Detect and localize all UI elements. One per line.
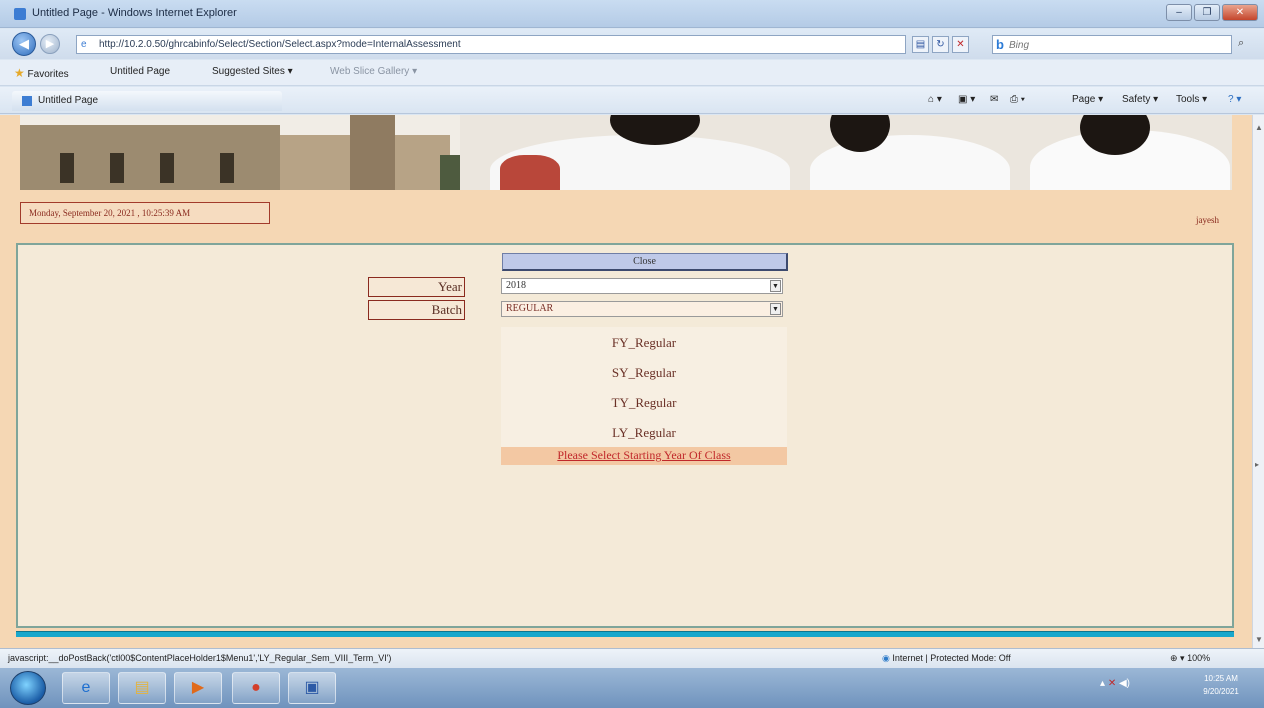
- show-hidden-icons-icon[interactable]: ▴: [1100, 678, 1105, 689]
- select-year-hint-link[interactable]: Please Select Starting Year Of Class: [501, 447, 787, 465]
- minimize-button[interactable]: –: [1166, 4, 1192, 21]
- zoom-control[interactable]: ⊕ ▾ 100%: [1170, 653, 1210, 664]
- star-icon: ★: [14, 66, 25, 80]
- command-bar: Untitled Page ⌂ ▾ ▣ ▾ ✉ ⎙ ▾ Page ▾ Safet…: [0, 87, 1264, 114]
- ie-icon: [14, 8, 26, 20]
- forward-button[interactable]: ▶: [40, 34, 60, 54]
- chevron-down-icon[interactable]: ▼: [770, 303, 781, 315]
- address-url: http://10.2.0.50/ghrcabinfo/Select/Secti…: [99, 39, 461, 50]
- search-box[interactable]: b: [992, 35, 1232, 54]
- app-taskbar-icon[interactable]: ▣: [288, 672, 336, 704]
- page-menu[interactable]: Page ▾: [1072, 94, 1103, 105]
- media-player-taskbar-icon[interactable]: ▶: [174, 672, 222, 704]
- address-bar[interactable]: e http://10.2.0.50/ghrcabinfo/Select/Sec…: [76, 35, 906, 54]
- favorite-link-untitled-page[interactable]: Untitled Page: [110, 66, 170, 77]
- search-input[interactable]: [1009, 38, 1209, 52]
- menu-item-ly-regular[interactable]: LY_Regular: [501, 425, 787, 441]
- system-tray[interactable]: ▴ ✕ ◀): [1100, 678, 1130, 689]
- close-button[interactable]: Close: [502, 253, 788, 271]
- back-button[interactable]: ◀: [12, 32, 36, 56]
- print-icon[interactable]: ⎙ ▾: [1010, 94, 1025, 105]
- refresh-icon[interactable]: ↻: [932, 36, 949, 53]
- address-row: ◀ ▶ e http://10.2.0.50/ghrcabinfo/Select…: [0, 29, 1264, 59]
- start-button[interactable]: [10, 671, 46, 705]
- clock-time: 10:25 AM: [1204, 674, 1238, 683]
- favorite-link-web-slice-gallery[interactable]: Web Slice Gallery ▾: [330, 66, 417, 77]
- safety-menu[interactable]: Safety ▾: [1122, 94, 1158, 105]
- help-icon[interactable]: ? ▾: [1228, 94, 1241, 105]
- date-time-display: Monday, September 20, 2021 , 10:25:39 AM: [20, 202, 270, 224]
- status-link-text: javascript:__doPostBack('ctl00$ContentPl…: [8, 653, 392, 663]
- browser-tab[interactable]: Untitled Page: [12, 91, 282, 111]
- scroll-thumb-icon[interactable]: ▸: [1255, 460, 1259, 469]
- menu-item-fy-regular[interactable]: FY_Regular: [501, 335, 787, 351]
- batch-select-value: REGULAR: [506, 303, 554, 314]
- chrome-taskbar-icon[interactable]: ●: [232, 672, 280, 704]
- class-menu: FY_Regular SY_Regular TY_Regular LY_Regu…: [501, 327, 787, 447]
- favorites-bar: ★ Favorites Untitled Page Suggested Site…: [0, 60, 1264, 86]
- search-icon[interactable]: ⌕: [1238, 37, 1244, 50]
- mail-icon[interactable]: ✉: [990, 94, 998, 105]
- zoom-level: 100%: [1187, 653, 1211, 663]
- selection-panel: Close Year 2018 ▼ Batch REGULAR ▼ FY_Reg…: [16, 243, 1234, 628]
- favorite-link-suggested-sites[interactable]: Suggested Sites ▾: [212, 66, 293, 77]
- bing-icon: b: [996, 37, 1004, 52]
- zone-text: Internet | Protected Mode: Off: [892, 653, 1011, 663]
- file-explorer-taskbar-icon[interactable]: ▤: [118, 672, 166, 704]
- network-icon[interactable]: ✕: [1108, 678, 1116, 689]
- year-select[interactable]: 2018 ▼: [501, 278, 783, 294]
- stop-icon[interactable]: ✕: [952, 36, 969, 53]
- logged-in-user: jayesh: [1196, 215, 1219, 225]
- security-zone: ◉ Internet | Protected Mode: Off: [882, 653, 1011, 664]
- windows-taskbar: e ▤ ▶ ● ▣ ▴ ✕ ◀) 10:25 AM 9/20/2021: [0, 668, 1264, 708]
- taskbar-clock[interactable]: 10:25 AM 9/20/2021: [1186, 672, 1256, 698]
- chevron-down-icon[interactable]: ▼: [770, 280, 781, 292]
- window-titlebar: Untitled Page - Windows Internet Explore…: [0, 0, 1264, 28]
- campus-building-image: [20, 125, 280, 190]
- tab-page-icon: [22, 96, 32, 106]
- tab-title: Untitled Page: [38, 95, 99, 106]
- volume-icon[interactable]: ◀): [1119, 678, 1130, 689]
- clock-date: 9/20/2021: [1203, 687, 1239, 696]
- footer-stripe: [16, 631, 1234, 637]
- maximize-button[interactable]: ❐: [1194, 4, 1220, 21]
- vertical-scrollbar[interactable]: ▲ ▸ ▼: [1252, 115, 1264, 648]
- home-icon[interactable]: ⌂ ▾: [928, 94, 942, 105]
- clock-tower-image: [350, 115, 395, 190]
- favorites-label: Favorites: [27, 69, 69, 80]
- window-controls: – ❐ ✕: [1166, 4, 1258, 21]
- internet-explorer-taskbar-icon[interactable]: e: [62, 672, 110, 704]
- globe-icon: ◉: [882, 653, 890, 663]
- tools-menu[interactable]: Tools ▾: [1176, 94, 1207, 105]
- header-banner: [20, 115, 1232, 190]
- close-window-button[interactable]: ✕: [1222, 4, 1258, 21]
- status-bar: javascript:__doPostBack('ctl00$ContentPl…: [0, 648, 1264, 668]
- menu-item-sy-regular[interactable]: SY_Regular: [501, 365, 787, 381]
- favorites-button[interactable]: ★ Favorites: [14, 66, 69, 80]
- zoom-icon: ⊕ ▾: [1170, 653, 1188, 663]
- feeds-icon[interactable]: ▣ ▾: [958, 94, 975, 105]
- page-icon: e: [81, 39, 87, 50]
- scroll-up-icon[interactable]: ▲: [1255, 123, 1263, 132]
- menu-item-ty-regular[interactable]: TY_Regular: [501, 395, 787, 411]
- compatibility-view-icon[interactable]: ▤: [912, 36, 929, 53]
- year-label: Year: [368, 277, 465, 297]
- year-select-value: 2018: [506, 280, 526, 291]
- page-viewport: Monday, September 20, 2021 , 10:25:39 AM…: [0, 115, 1252, 648]
- scroll-down-icon[interactable]: ▼: [1255, 635, 1263, 644]
- batch-select[interactable]: REGULAR ▼: [501, 301, 783, 317]
- window-title: Untitled Page - Windows Internet Explore…: [32, 7, 237, 19]
- batch-label: Batch: [368, 300, 465, 320]
